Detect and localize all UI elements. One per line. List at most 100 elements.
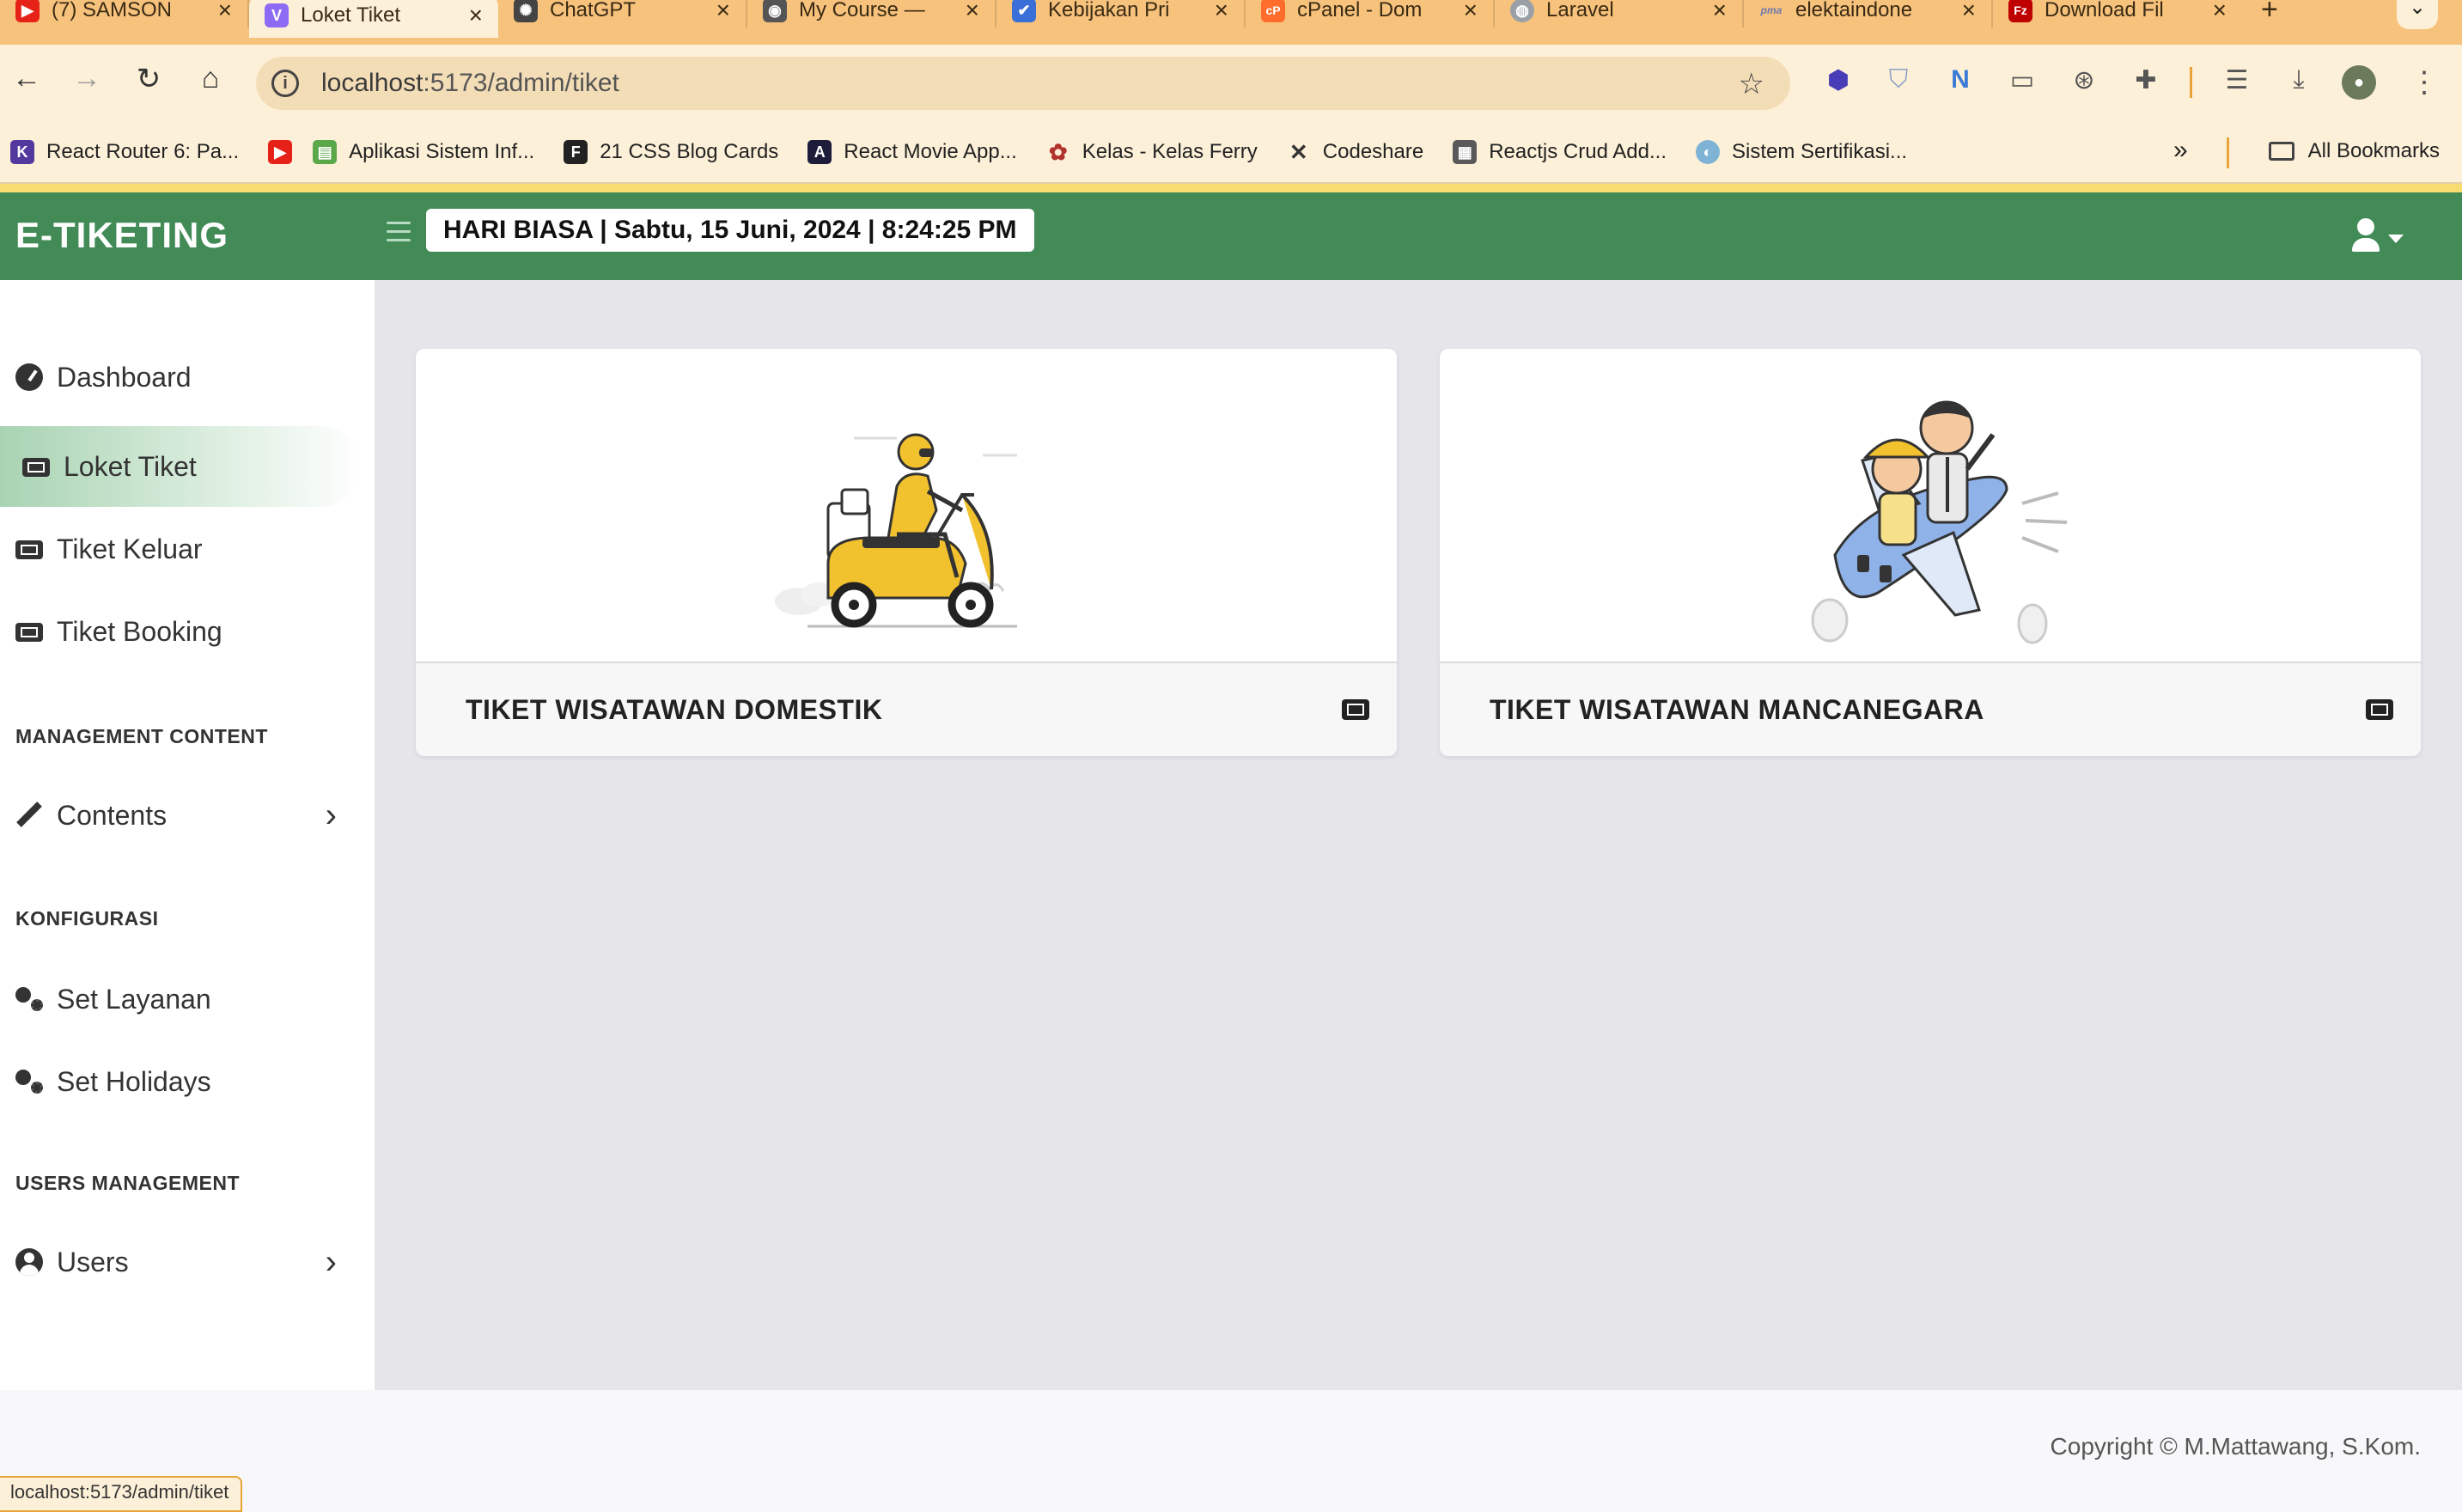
youtube-icon: ▶ [268,140,293,164]
bookmark-item[interactable]: ▶ [268,140,293,164]
bookmark-item[interactable]: ◐ Sistem Sertifikasi... [1695,140,1908,164]
tab-title: Loket Tiket [301,3,401,27]
sertifikasi-icon: ◐ [1695,140,1720,164]
address-url[interactable]: localhost:5173/admin/tiket [321,69,619,98]
app-header: E-TIKETING HARI BIASA | Sabtu, 15 Juni, … [0,192,2462,280]
close-icon[interactable]: × [966,0,979,24]
main-content: TIKET WISATAWAN DOMESTIK TIKET WISATAWAN… [375,280,2462,1390]
browser-tab[interactable]: cP cPanel - Dom × [1246,0,1495,27]
kelas-icon: ✿ [1048,138,1068,165]
close-icon[interactable]: × [2213,0,2227,24]
close-icon[interactable]: × [1713,0,1727,24]
reload-icon[interactable]: ↻ [127,62,170,96]
hamburger-menu-icon[interactable] [387,222,411,247]
close-icon[interactable]: × [218,0,232,24]
ticket-card-domestik[interactable]: TIKET WISATAWAN DOMESTIK [416,349,1397,756]
vite-favicon: V [265,3,289,27]
close-icon[interactable]: × [1962,0,1976,24]
ticket-card-mancanegara[interactable]: TIKET WISATAWAN MANCANEGARA [1440,349,2421,756]
sidebar-item-label: Set Holidays [57,1065,211,1097]
tab-title: My Course — [799,0,925,21]
tab-title: Kebijakan Pri [1048,0,1170,21]
chatgpt-favicon: ✺ [514,0,538,22]
sidebar-item-loket-tiket[interactable]: Loket Tiket [0,426,361,507]
double-chevron-right-icon[interactable]: » [2173,136,2188,165]
sidebar-item-users[interactable]: Users › [0,1222,361,1302]
app-brand[interactable]: E-TIKETING [15,215,229,256]
kebijakan-favicon: ✔ [1012,0,1036,22]
status-bar-url: localhost:5173/admin/tiket [0,1476,243,1512]
airplane-travelers-illustration [1811,400,2068,644]
sidebar: Dashboard Loket Tiket Tiket Keluar Tiket… [0,280,375,1390]
browser-toolbar: ← → ↻ ⌂ i localhost:5173/admin/tiket ☆ ⬢… [0,45,2462,122]
toolbar-accent-line [0,184,2462,192]
gears-icon [15,1068,43,1095]
bookmark-label: Kelas - Kelas Ferry [1082,140,1258,163]
bookmark-item[interactable]: K React Router 6: Pa... [10,140,239,164]
bookmark-item[interactable]: ▤ Aplikasi Sistem Inf... [313,140,534,164]
extension-badge-icon[interactable]: ⬢ [1821,65,1856,100]
url-path: :5173/admin/tiket [423,69,619,97]
forward-icon[interactable]: → [65,62,108,95]
folder-icon [2268,142,2294,161]
sidebar-item-label: Users [57,1246,129,1277]
notion-icon[interactable]: N [1943,65,1978,100]
filezilla-favicon: Fz [2008,0,2032,22]
copyright-text: Copyright © M.Mattawang, S.Kom. [2050,1433,2421,1460]
new-tab-icon[interactable]: + [2261,0,2278,27]
sidebar-item-set-layanan[interactable]: Set Layanan [0,959,361,1040]
card-image-area [1440,349,2421,663]
cast-icon[interactable]: ▭ [2005,65,2039,100]
tab-title: (7) SAMSON [52,0,173,21]
ticket-icon [22,458,50,477]
browser-tab[interactable]: ◉ My Course — × [747,0,996,27]
sidebar-item-tiket-keluar[interactable]: Tiket Keluar [0,509,361,589]
caret-down-icon [2388,234,2404,243]
browser-tab[interactable]: ✺ ChatGPT × [498,0,747,27]
browser-tab[interactable]: Fz Download Fil × [1993,0,2242,27]
all-bookmarks-label: All Bookmarks [2307,139,2440,162]
f-icon: F [564,140,588,164]
browser-tab[interactable]: ✔ Kebijakan Pri × [996,0,1246,27]
sidebar-item-tiket-booking[interactable]: Tiket Booking [0,591,361,672]
browser-tab-bar: ▶ (7) SAMSON × V Loket Tiket × ✺ ChatGPT… [0,0,2462,45]
chevron-down-icon[interactable]: ⌄ [2397,0,2438,29]
close-icon[interactable]: × [469,2,483,29]
browser-tab[interactable]: pma elektaindone × [1744,0,1993,27]
bookmark-label: Sistem Sertifikasi... [1731,140,1908,163]
more-vert-icon[interactable]: ⋮ [2407,65,2441,100]
close-icon[interactable]: × [1215,0,1228,24]
browser-tab[interactable]: ▶ (7) SAMSON × [0,0,249,27]
bookmark-star-icon[interactable]: ☆ [1739,67,1764,101]
sidebar-item-label: Tiket Keluar [57,533,203,564]
address-bar[interactable]: i localhost:5173/admin/tiket ☆ [256,57,1790,110]
codeshare-icon: ✕ [1289,138,1308,165]
tab-title: elektaindone [1795,0,1913,21]
sidebar-item-set-holidays[interactable]: Set Holidays [0,1041,361,1122]
page-footer: Copyright © M.Mattawang, S.Kom. localhos… [0,1390,2462,1512]
section-title-users-management: USERS MANAGEMENT [15,1172,241,1194]
user-icon [2352,218,2380,252]
bookmark-item[interactable]: ▦ Reactjs Crud Add... [1453,140,1667,164]
bookmark-item[interactable]: ✿ Kelas - Kelas Ferry [1046,138,1258,165]
site-info-icon[interactable]: i [271,70,299,97]
bookmark-item[interactable]: ✕ Codeshare [1287,138,1423,165]
sidebar-item-contents[interactable]: Contents › [0,775,361,856]
user-menu-dropdown[interactable] [2352,218,2404,252]
media-queue-icon[interactable]: ☰ [2220,65,2254,100]
back-icon[interactable]: ← [5,62,48,95]
all-bookmarks-button[interactable]: All Bookmarks [2268,139,2440,163]
shield-icon[interactable]: ⛉ [1881,65,1916,100]
home-icon[interactable]: ⌂ [189,62,232,95]
browser-tab[interactable]: ◍ Laravel × [1495,0,1744,27]
bookmark-item[interactable]: A React Movie App... [807,140,1017,164]
profile-avatar[interactable]: ● [2342,65,2376,100]
browser-tab-active[interactable]: V Loket Tiket × [249,0,498,38]
puzzle-icon[interactable]: ✚ [2129,65,2163,100]
close-icon[interactable]: × [716,0,730,24]
bookmark-item[interactable]: F 21 CSS Blog Cards [564,140,778,164]
download-icon[interactable]: ⤓ [2282,65,2316,100]
sidebar-item-dashboard[interactable]: Dashboard [0,337,361,418]
close-icon[interactable]: × [1464,0,1478,24]
translate-icon[interactable]: ⊛ [2067,65,2101,100]
